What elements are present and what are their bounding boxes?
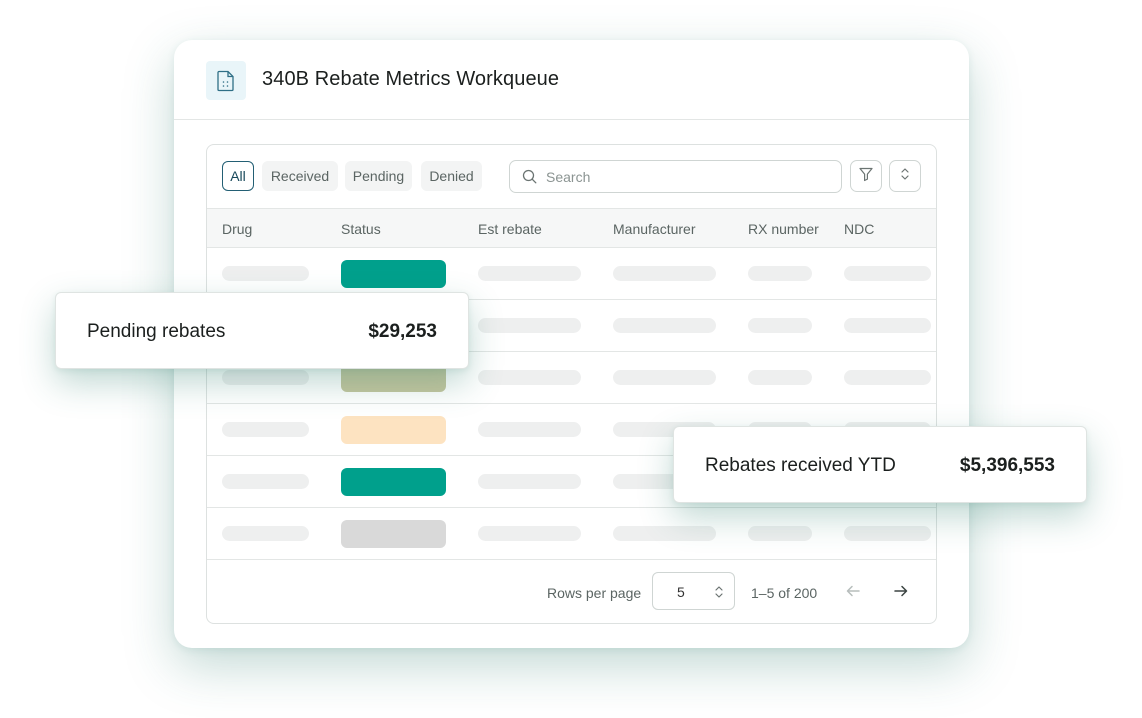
status-badge — [341, 416, 446, 444]
rows-per-page-label: Rows per page — [547, 585, 642, 601]
rx-number-placeholder — [748, 370, 812, 385]
column-header-est-rebate[interactable]: Est rebate — [478, 221, 542, 237]
column-header-manufacturer[interactable]: Manufacturer — [613, 221, 695, 237]
filter-chip-all[interactable]: All — [222, 161, 254, 191]
pending-rebates-value: $29,253 — [368, 321, 437, 342]
drug-placeholder — [222, 474, 309, 489]
rebates-received-label: Rebates received YTD — [705, 455, 896, 476]
sort-button[interactable] — [889, 160, 921, 192]
table-footer: Rows per page 5 1–5 of 200 — [207, 559, 936, 623]
next-page-button[interactable] — [889, 581, 913, 605]
status-badge — [341, 260, 446, 288]
search-input[interactable] — [546, 167, 831, 187]
arrow-left-icon — [846, 584, 860, 602]
filter-chip-denied[interactable]: Denied — [421, 161, 482, 191]
filter-chip-pending[interactable]: Pending — [345, 161, 412, 191]
pending-rebates-label: Pending rebates — [87, 321, 226, 342]
rebates-received-card: Rebates received YTD $5,396,553 — [673, 426, 1087, 503]
rx-number-placeholder — [748, 318, 812, 333]
status-badge — [341, 520, 446, 548]
rows-per-page-value: 5 — [677, 584, 685, 600]
column-header-rx-number[interactable]: RX number — [748, 221, 819, 237]
table-header: Drug Status Est rebate Manufacturer RX n… — [207, 208, 936, 248]
search-box[interactable] — [509, 160, 842, 193]
rebate-table-card: All Received Pending Denied Search Drug … — [206, 144, 937, 624]
sort-icon — [899, 166, 911, 187]
drug-placeholder — [222, 266, 309, 281]
manufacturer-placeholder — [613, 370, 716, 385]
rx-number-placeholder — [748, 266, 812, 281]
rx-number-placeholder — [748, 526, 812, 541]
ndc-placeholder — [844, 266, 931, 281]
rebates-received-value: $5,396,553 — [959, 455, 1055, 476]
column-header-status[interactable]: Status — [341, 221, 381, 237]
column-header-ndc[interactable]: NDC — [844, 221, 874, 237]
search-icon — [522, 169, 537, 189]
manufacturer-placeholder — [613, 318, 716, 333]
arrow-right-icon — [894, 584, 908, 602]
pending-rebates-card: Pending rebates $29,253 — [55, 292, 469, 369]
drug-placeholder — [222, 526, 309, 541]
ndc-placeholder — [844, 318, 931, 333]
est-rebate-placeholder — [478, 526, 581, 541]
manufacturer-placeholder — [613, 266, 716, 281]
ndc-placeholder — [844, 526, 931, 541]
column-header-drug[interactable]: Drug — [222, 221, 252, 237]
document-icon — [206, 61, 246, 100]
est-rebate-placeholder — [478, 370, 581, 385]
ndc-placeholder — [844, 370, 931, 385]
table-toolbar: All Received Pending Denied — [207, 145, 936, 209]
status-badge — [341, 468, 446, 496]
rows-per-page-select[interactable]: 5 — [652, 572, 735, 610]
table-row[interactable] — [207, 508, 936, 560]
est-rebate-placeholder — [478, 422, 581, 437]
window-title: 340B Rebate Metrics Workqueue — [262, 68, 560, 90]
est-rebate-placeholder — [478, 318, 581, 333]
drug-placeholder — [222, 422, 309, 437]
chevron-updown-icon — [714, 584, 724, 605]
filter-icon — [858, 166, 874, 187]
manufacturer-placeholder — [613, 526, 716, 541]
filter-button[interactable] — [850, 160, 882, 192]
stage: 340B Rebate Metrics Workqueue All Receiv… — [0, 0, 1142, 718]
drug-placeholder — [222, 370, 309, 385]
pagination-range: 1–5 of 200 — [751, 585, 818, 601]
est-rebate-placeholder — [478, 474, 581, 489]
filter-chip-received[interactable]: Received — [262, 161, 338, 191]
prev-page-button[interactable] — [841, 581, 865, 605]
est-rebate-placeholder — [478, 266, 581, 281]
window-header: 340B Rebate Metrics Workqueue — [174, 40, 969, 120]
